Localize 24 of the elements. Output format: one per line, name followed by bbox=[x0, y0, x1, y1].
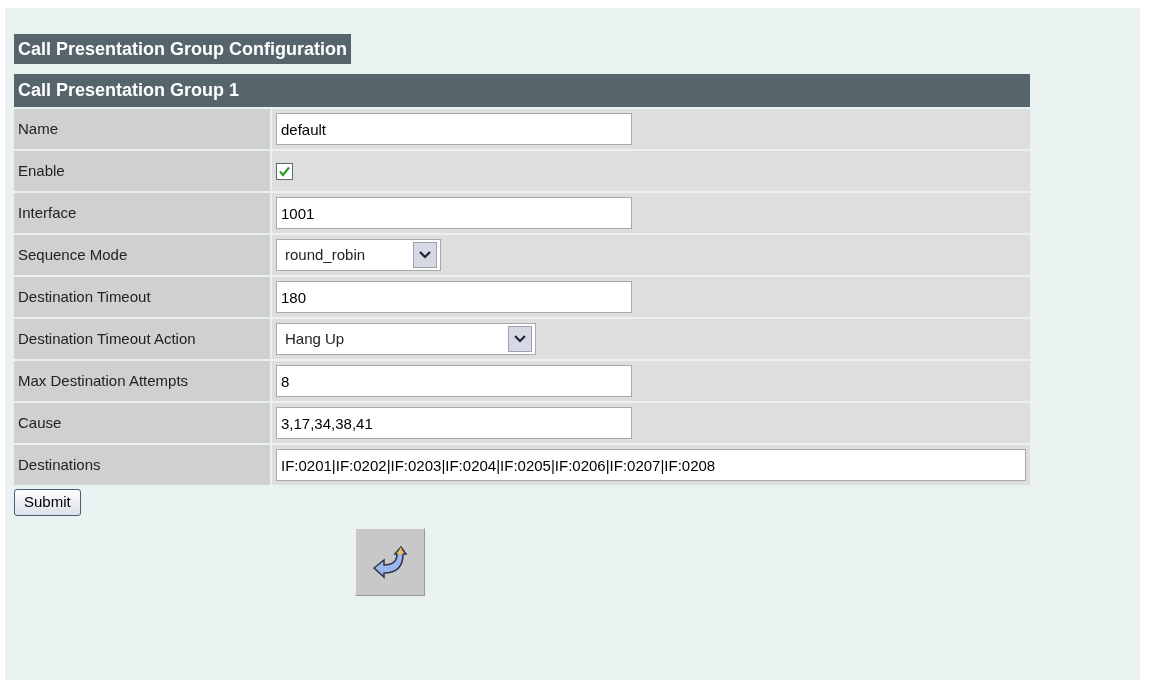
chevron-down-icon bbox=[508, 326, 532, 352]
input-field[interactable]: 3,17,34,38,41 bbox=[276, 407, 632, 439]
field-label: Destination Timeout bbox=[18, 287, 151, 305]
input-field[interactable]: 180 bbox=[276, 281, 632, 313]
input-field[interactable]: 8 bbox=[276, 365, 632, 397]
field-label: Destination Timeout Action bbox=[18, 329, 196, 347]
dropdown[interactable]: round_robin bbox=[276, 239, 441, 271]
field-label: Interface bbox=[18, 203, 77, 221]
chevron-down-icon bbox=[413, 242, 437, 268]
input-field[interactable]: IF:0201|IF:0202|IF:0203|IF:0204|IF:0205|IF:0206|IF:0207|IF:0208 bbox=[276, 449, 1026, 481]
field-label: Cause bbox=[18, 413, 62, 431]
dropdown[interactable]: Hang Up bbox=[276, 323, 536, 355]
back-button[interactable] bbox=[355, 527, 425, 596]
checkbox[interactable] bbox=[276, 163, 293, 181]
page-title: Call Presentation Group Configuration bbox=[14, 34, 351, 64]
field-label: Name bbox=[18, 119, 58, 137]
field-label: Enable bbox=[18, 161, 65, 179]
field-label: Destinations bbox=[18, 455, 101, 473]
field-label: Max Destination Attempts bbox=[18, 371, 189, 389]
input-field[interactable]: default bbox=[276, 113, 632, 145]
submit-button[interactable]: Submit bbox=[14, 489, 81, 516]
group-header: Call Presentation Group 1 bbox=[14, 74, 1030, 107]
input-field[interactable]: 1001 bbox=[276, 197, 632, 229]
field-label: Sequence Mode bbox=[18, 245, 128, 263]
